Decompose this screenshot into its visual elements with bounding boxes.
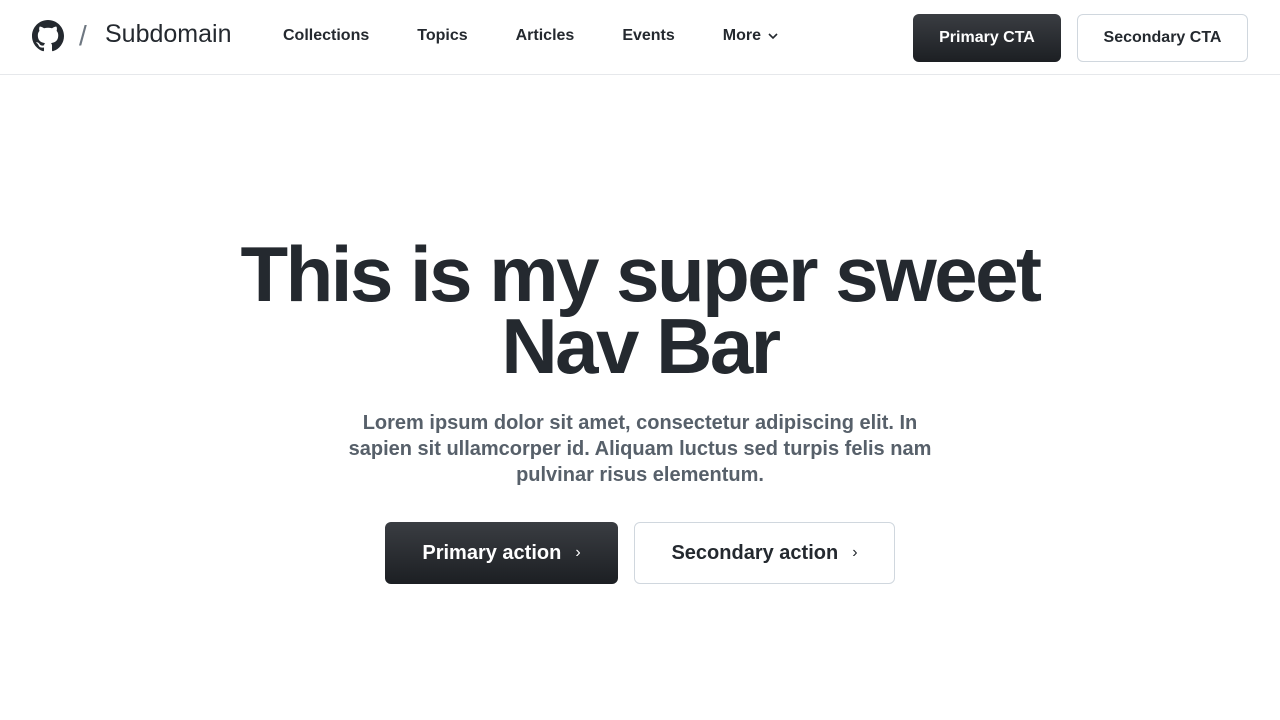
primary-cta-button[interactable]: Primary CTA (913, 14, 1061, 62)
nav-item-collections[interactable]: Collections (283, 27, 369, 45)
nav-item-topics[interactable]: Topics (417, 27, 467, 45)
secondary-action-label: Secondary action (671, 541, 839, 564)
top-nav: / Subdomain Collections Topics Articles … (0, 0, 1280, 75)
secondary-action-button[interactable]: Secondary action › (634, 522, 895, 584)
hero-title: This is my super sweet Nav Bar (0, 235, 1280, 385)
nav-item-more[interactable]: More (723, 27, 779, 45)
primary-action-label: Primary action (422, 541, 562, 564)
primary-action-button[interactable]: Primary action › (385, 522, 618, 584)
chevron-right-icon: › (852, 544, 858, 561)
breadcrumb-separator: / (79, 20, 87, 51)
nav-links: Collections Topics Articles Events More (283, 27, 779, 45)
nav-item-more-label: More (722, 27, 762, 44)
subdomain-title[interactable]: Subdomain (105, 20, 231, 49)
nav-item-events[interactable]: Events (622, 27, 674, 45)
chevron-down-icon (768, 33, 778, 40)
hero-description: Lorem ipsum dolor sit amet, consectetur … (348, 412, 932, 486)
nav-item-articles[interactable]: Articles (516, 27, 575, 45)
hero-title-line2: Nav Bar (501, 302, 781, 390)
github-logo-icon[interactable] (32, 20, 64, 52)
chevron-right-icon: › (575, 544, 581, 561)
secondary-cta-button[interactable]: Secondary CTA (1077, 14, 1248, 62)
